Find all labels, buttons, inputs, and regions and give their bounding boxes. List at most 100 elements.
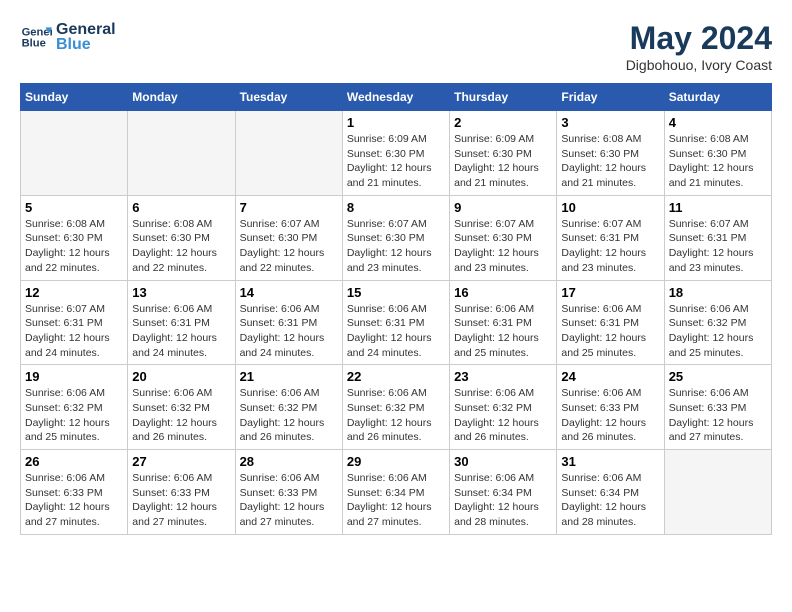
day-number: 6: [132, 200, 230, 215]
calendar-cell: 19Sunrise: 6:06 AM Sunset: 6:32 PM Dayli…: [21, 365, 128, 450]
day-number: 14: [240, 285, 338, 300]
day-info: Sunrise: 6:08 AM Sunset: 6:30 PM Dayligh…: [132, 217, 230, 276]
weekday-header-monday: Monday: [128, 84, 235, 111]
calendar-cell: 6 Sunrise: 6:08 AM Sunset: 6:30 PM Daylig…: [128, 195, 235, 280]
day-info: Sunrise: 6:08 AM Sunset: 6:30 PM Dayligh…: [669, 132, 767, 191]
day-info: Sunrise: 6:06 AM Sunset: 6:31 PM Dayligh…: [561, 302, 659, 361]
day-info: Sunrise: 6:06 AM Sunset: 6:33 PM Dayligh…: [561, 386, 659, 445]
weekday-header-wednesday: Wednesday: [342, 84, 449, 111]
calendar-cell: 18Sunrise: 6:06 AM Sunset: 6:32 PM Dayli…: [664, 280, 771, 365]
week-row-1: 5Sunrise: 6:08 AM Sunset: 6:30 PM Daylig…: [21, 195, 772, 280]
day-number: 27: [132, 454, 230, 469]
calendar-cell: 9Sunrise: 6:07 AM Sunset: 6:30 PM Daylig…: [450, 195, 557, 280]
title-block: May 2024 Digbohouo, Ivory Coast: [626, 20, 772, 73]
calendar-cell: 24 Sunrise: 6:06 AM Sunset: 6:33 PM Dayli…: [557, 365, 664, 450]
day-info: Sunrise: 6:07 AM Sunset: 6:30 PM Dayligh…: [240, 217, 338, 276]
day-number: 8: [347, 200, 445, 215]
day-info: Sunrise: 6:08 AM Sunset: 6:30 PM Dayligh…: [25, 217, 123, 276]
day-number: 17: [561, 285, 659, 300]
calendar-cell: 20 Sunrise: 6:06 AM Sunset: 6:32 PM Dayli…: [128, 365, 235, 450]
calendar-cell: 21 Sunrise: 6:06 AM Sunset: 6:32 PM Dayli…: [235, 365, 342, 450]
day-number: 4: [669, 115, 767, 130]
day-number: 10: [561, 200, 659, 215]
calendar-cell: 14 Sunrise: 6:06 AM Sunset: 6:31 PM Dayli…: [235, 280, 342, 365]
day-number: 7: [240, 200, 338, 215]
calendar-cell: [128, 111, 235, 196]
day-info: Sunrise: 6:06 AM Sunset: 6:32 PM Dayligh…: [347, 386, 445, 445]
calendar-cell: 28 Sunrise: 6:06 AM Sunset: 6:33 PM Dayli…: [235, 450, 342, 535]
week-row-2: 12 Sunrise: 6:07 AM Sunset: 6:31 PM Dayli…: [21, 280, 772, 365]
logo-icon: General Blue: [20, 21, 52, 53]
day-number: 3: [561, 115, 659, 130]
calendar-cell: 5Sunrise: 6:08 AM Sunset: 6:30 PM Daylig…: [21, 195, 128, 280]
calendar-cell: 4 Sunrise: 6:08 AM Sunset: 6:30 PM Daylig…: [664, 111, 771, 196]
day-info: Sunrise: 6:06 AM Sunset: 6:32 PM Dayligh…: [454, 386, 552, 445]
calendar-cell: 22 Sunrise: 6:06 AM Sunset: 6:32 PM Dayli…: [342, 365, 449, 450]
day-number: 28: [240, 454, 338, 469]
day-number: 9: [454, 200, 552, 215]
calendar-cell: 13 Sunrise: 6:06 AM Sunset: 6:31 PM Dayli…: [128, 280, 235, 365]
calendar-cell: [21, 111, 128, 196]
day-info: Sunrise: 6:06 AM Sunset: 6:33 PM Dayligh…: [25, 471, 123, 530]
weekday-header-saturday: Saturday: [664, 84, 771, 111]
month-title: May 2024: [626, 20, 772, 57]
calendar-cell: 23 Sunrise: 6:06 AM Sunset: 6:32 PM Dayli…: [450, 365, 557, 450]
day-number: 29: [347, 454, 445, 469]
day-info: Sunrise: 6:09 AM Sunset: 6:30 PM Dayligh…: [454, 132, 552, 191]
calendar-cell: 26 Sunrise: 6:06 AM Sunset: 6:33 PM Dayli…: [21, 450, 128, 535]
calendar-cell: [235, 111, 342, 196]
day-info: Sunrise: 6:06 AM Sunset: 6:31 PM Dayligh…: [132, 302, 230, 361]
calendar-cell: 16Sunrise: 6:06 AM Sunset: 6:31 PM Dayli…: [450, 280, 557, 365]
day-number: 15: [347, 285, 445, 300]
day-number: 20: [132, 369, 230, 384]
day-number: 26: [25, 454, 123, 469]
day-number: 22: [347, 369, 445, 384]
day-info: Sunrise: 6:06 AM Sunset: 6:34 PM Dayligh…: [454, 471, 552, 530]
day-info: Sunrise: 6:06 AM Sunset: 6:31 PM Dayligh…: [240, 302, 338, 361]
week-row-0: 1 Sunrise: 6:09 AM Sunset: 6:30 PM Daylig…: [21, 111, 772, 196]
weekday-header-sunday: Sunday: [21, 84, 128, 111]
day-number: 25: [669, 369, 767, 384]
calendar-table: SundayMondayTuesdayWednesdayThursdayFrid…: [20, 83, 772, 535]
calendar-cell: 7 Sunrise: 6:07 AM Sunset: 6:30 PM Daylig…: [235, 195, 342, 280]
page-header: General Blue General Blue May 2024 Digbo…: [20, 20, 772, 73]
day-number: 1: [347, 115, 445, 130]
calendar-cell: 30 Sunrise: 6:06 AM Sunset: 6:34 PM Dayli…: [450, 450, 557, 535]
day-info: Sunrise: 6:07 AM Sunset: 6:31 PM Dayligh…: [669, 217, 767, 276]
svg-text:Blue: Blue: [22, 38, 46, 50]
calendar-cell: 25 Sunrise: 6:06 AM Sunset: 6:33 PM Dayli…: [664, 365, 771, 450]
day-info: Sunrise: 6:06 AM Sunset: 6:32 PM Dayligh…: [240, 386, 338, 445]
logo: General Blue General Blue: [20, 20, 116, 54]
day-info: Sunrise: 6:06 AM Sunset: 6:34 PM Dayligh…: [561, 471, 659, 530]
day-info: Sunrise: 6:09 AM Sunset: 6:30 PM Dayligh…: [347, 132, 445, 191]
day-number: 21: [240, 369, 338, 384]
calendar-cell: 31Sunrise: 6:06 AM Sunset: 6:34 PM Dayli…: [557, 450, 664, 535]
calendar-cell: 27Sunrise: 6:06 AM Sunset: 6:33 PM Dayli…: [128, 450, 235, 535]
calendar-cell: 8 Sunrise: 6:07 AM Sunset: 6:30 PM Daylig…: [342, 195, 449, 280]
day-number: 2: [454, 115, 552, 130]
day-info: Sunrise: 6:07 AM Sunset: 6:31 PM Dayligh…: [25, 302, 123, 361]
day-info: Sunrise: 6:06 AM Sunset: 6:32 PM Dayligh…: [132, 386, 230, 445]
day-number: 13: [132, 285, 230, 300]
day-number: 24: [561, 369, 659, 384]
day-info: Sunrise: 6:07 AM Sunset: 6:31 PM Dayligh…: [561, 217, 659, 276]
day-number: 16: [454, 285, 552, 300]
calendar-cell: 12 Sunrise: 6:07 AM Sunset: 6:31 PM Dayli…: [21, 280, 128, 365]
calendar-cell: 15Sunrise: 6:06 AM Sunset: 6:31 PM Dayli…: [342, 280, 449, 365]
day-number: 11: [669, 200, 767, 215]
location: Digbohouo, Ivory Coast: [626, 57, 772, 73]
day-number: 30: [454, 454, 552, 469]
day-number: 12: [25, 285, 123, 300]
day-number: 23: [454, 369, 552, 384]
day-info: Sunrise: 6:06 AM Sunset: 6:32 PM Dayligh…: [669, 302, 767, 361]
day-number: 19: [25, 369, 123, 384]
logo-text-blue: Blue: [56, 35, 116, 54]
day-info: Sunrise: 6:07 AM Sunset: 6:30 PM Dayligh…: [347, 217, 445, 276]
day-info: Sunrise: 6:08 AM Sunset: 6:30 PM Dayligh…: [561, 132, 659, 191]
calendar-cell: [664, 450, 771, 535]
calendar-cell: 1 Sunrise: 6:09 AM Sunset: 6:30 PM Daylig…: [342, 111, 449, 196]
weekday-header-row: SundayMondayTuesdayWednesdayThursdayFrid…: [21, 84, 772, 111]
day-info: Sunrise: 6:06 AM Sunset: 6:33 PM Dayligh…: [240, 471, 338, 530]
calendar-cell: 17 Sunrise: 6:06 AM Sunset: 6:31 PM Dayli…: [557, 280, 664, 365]
day-info: Sunrise: 6:06 AM Sunset: 6:33 PM Dayligh…: [669, 386, 767, 445]
